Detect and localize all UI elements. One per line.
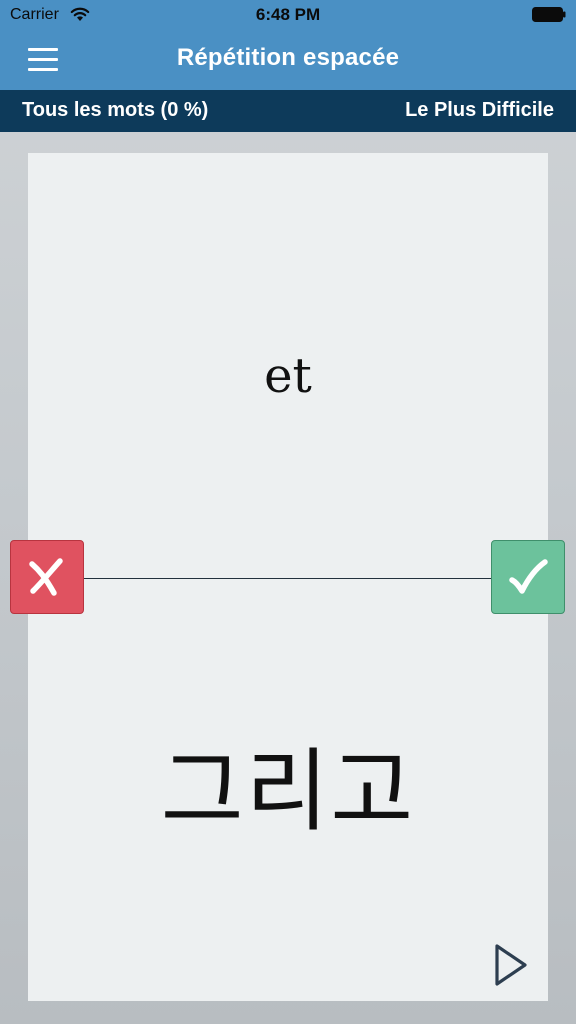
word-set-selector[interactable]: Tous les mots (0 %) — [22, 99, 208, 122]
wrong-answer-button[interactable] — [10, 540, 84, 614]
flashcard-back-text: 그리고 — [160, 739, 416, 844]
checkmark-icon — [509, 559, 548, 594]
navigation-bar: Répétition espacée — [0, 30, 576, 90]
play-icon[interactable] — [492, 942, 530, 988]
flashcard[interactable]: et 그리고 — [28, 153, 548, 1001]
status-time: 6:48 PM — [255, 5, 321, 24]
correct-answer-button[interactable] — [491, 540, 565, 614]
page-title: Répétition espacée — [176, 44, 400, 71]
status-bar: Carrier 6:48 PM — [0, 0, 576, 30]
cross-icon — [29, 558, 63, 596]
difficulty-selector[interactable]: Le Plus Difficile — [405, 99, 554, 122]
flashcard-front-text: et — [264, 348, 312, 404]
deck-info-bar: Tous les mots (0 %) Le Plus Difficile — [0, 90, 576, 132]
battery-icon — [532, 7, 566, 22]
card-divider — [84, 578, 492, 579]
